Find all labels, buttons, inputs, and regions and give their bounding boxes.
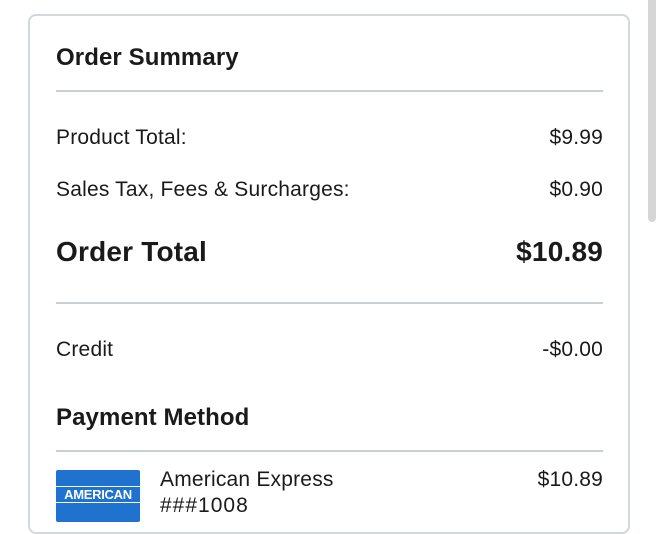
divider — [56, 302, 603, 304]
amex-logo-icon: AMERICAN — [56, 470, 140, 522]
product-total-row: Product Total: $9.99 — [56, 126, 603, 150]
product-total-value: $9.99 — [549, 126, 603, 149]
card-number: ###1008 — [160, 494, 249, 517]
credit-row: Credit -$0.00 — [56, 338, 603, 362]
order-total-label: Order Total — [56, 236, 208, 267]
payment-method-row: AMERICAN American Express ###1008 $10.89 — [56, 466, 603, 526]
scrollbar[interactable] — [648, 0, 656, 222]
divider — [56, 90, 603, 92]
order-total-value: $10.89 — [516, 236, 603, 267]
product-total-label: Product Total: — [56, 126, 187, 149]
credit-label: Credit — [56, 338, 114, 361]
order-total-row: Order Total $10.89 — [56, 236, 603, 268]
amex-logo-text: AMERICAN — [56, 486, 140, 503]
tax-row: Sales Tax, Fees & Surcharges: $0.90 — [56, 178, 603, 202]
payment-method-title: Payment Method — [56, 404, 250, 431]
credit-value: -$0.00 — [542, 338, 603, 361]
tax-label: Sales Tax, Fees & Surcharges: — [56, 178, 350, 201]
tax-value: $0.90 — [549, 178, 603, 201]
divider — [56, 450, 603, 452]
payment-amount: $10.89 — [537, 468, 603, 491]
order-summary-card: Order Summary Product Total: $9.99 Sales… — [28, 14, 630, 534]
order-summary-title: Order Summary — [56, 44, 239, 71]
card-name: American Express — [160, 468, 334, 491]
